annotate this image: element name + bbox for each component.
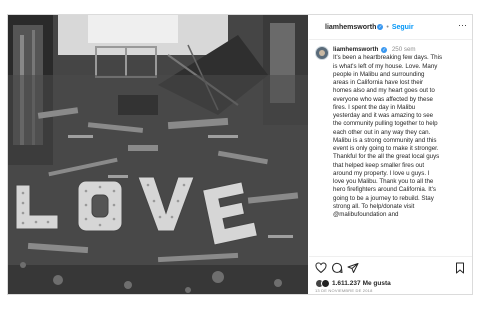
caption-line: homes also and my heart goes out to xyxy=(333,87,435,95)
caption-line: It's been a heartbreaking few days. This xyxy=(333,54,443,62)
caption-line: around my property. I love u guys. I xyxy=(333,169,430,177)
caption-line: each other out in any way they can. xyxy=(333,128,431,136)
caption-line: everyone who was affected by these xyxy=(333,95,433,103)
caption-text: It's been a heartbreaking few days. This… xyxy=(333,54,465,219)
caption-line: fires. I spent the day in Malibu xyxy=(333,103,416,111)
bookmark-icon[interactable] xyxy=(454,261,466,274)
caption-line: that helped keep smaller fires out xyxy=(333,161,425,169)
caption-line: going to be a journey to rebuild. Stay xyxy=(333,194,434,202)
caption-line: strong all. To help/donate visit xyxy=(333,202,415,210)
caption-line: yesterday and it was amazing to see xyxy=(333,112,434,119)
caption-line[interactable]: @malibufoundation and xyxy=(333,211,465,219)
follow-button[interactable]: Seguir xyxy=(392,24,414,31)
caption-line: love you Malibu. Thank you to all the xyxy=(333,178,434,185)
caption-line: people in Malibu and surrounding xyxy=(333,70,425,78)
caption-line: event is only going to make it stronger. xyxy=(333,145,439,152)
caption-line: hero firefighters around California. It'… xyxy=(333,186,436,194)
caption-line: is what's left of my house. Love. Many xyxy=(333,62,438,70)
share-icon[interactable] xyxy=(347,261,359,273)
header-username[interactable]: liamhemsworth xyxy=(325,24,376,31)
likes-count: 1.611.237 xyxy=(332,280,361,287)
post-caption: liamhemsworth ✓ 250 sem It's been a hear… xyxy=(333,46,465,219)
post-photo[interactable] xyxy=(8,15,308,294)
post-sidebar: liamhemsworth ✓ • Seguir ··· liamhemswor… xyxy=(309,15,472,294)
caption-line: Malibu is a strong community and this xyxy=(333,136,437,144)
burned-house-photo xyxy=(8,15,308,294)
likes-summary[interactable]: 1.611.237 Me gusta xyxy=(315,279,391,288)
caption-line: areas in California have lost their xyxy=(333,79,424,86)
caption-line: Thankful for the all the great local guy… xyxy=(333,153,440,161)
post-date: 13 DE NOVIEMBRE DE 2018 xyxy=(315,288,373,293)
post-actions: 1.611.237 Me gusta 13 DE NOVIEMBRE DE 20… xyxy=(309,256,472,294)
verified-badge-icon: ✓ xyxy=(377,24,384,30)
avatar[interactable] xyxy=(315,46,329,60)
heart-icon[interactable] xyxy=(315,261,327,274)
comment-icon[interactable] xyxy=(331,261,343,273)
caption-time[interactable]: 250 sem xyxy=(392,46,416,53)
likes-label: Me gusta xyxy=(362,280,391,287)
caption-line: the community pulling together to help xyxy=(333,120,438,128)
more-options-icon[interactable]: ··· xyxy=(458,20,467,30)
verified-badge-icon: ✓ xyxy=(381,47,388,53)
post-header: liamhemsworth ✓ • Seguir ··· xyxy=(309,15,472,40)
liker-avatar xyxy=(321,279,330,288)
caption-username[interactable]: liamhemsworth xyxy=(333,46,378,53)
header-separator: • xyxy=(386,23,389,31)
